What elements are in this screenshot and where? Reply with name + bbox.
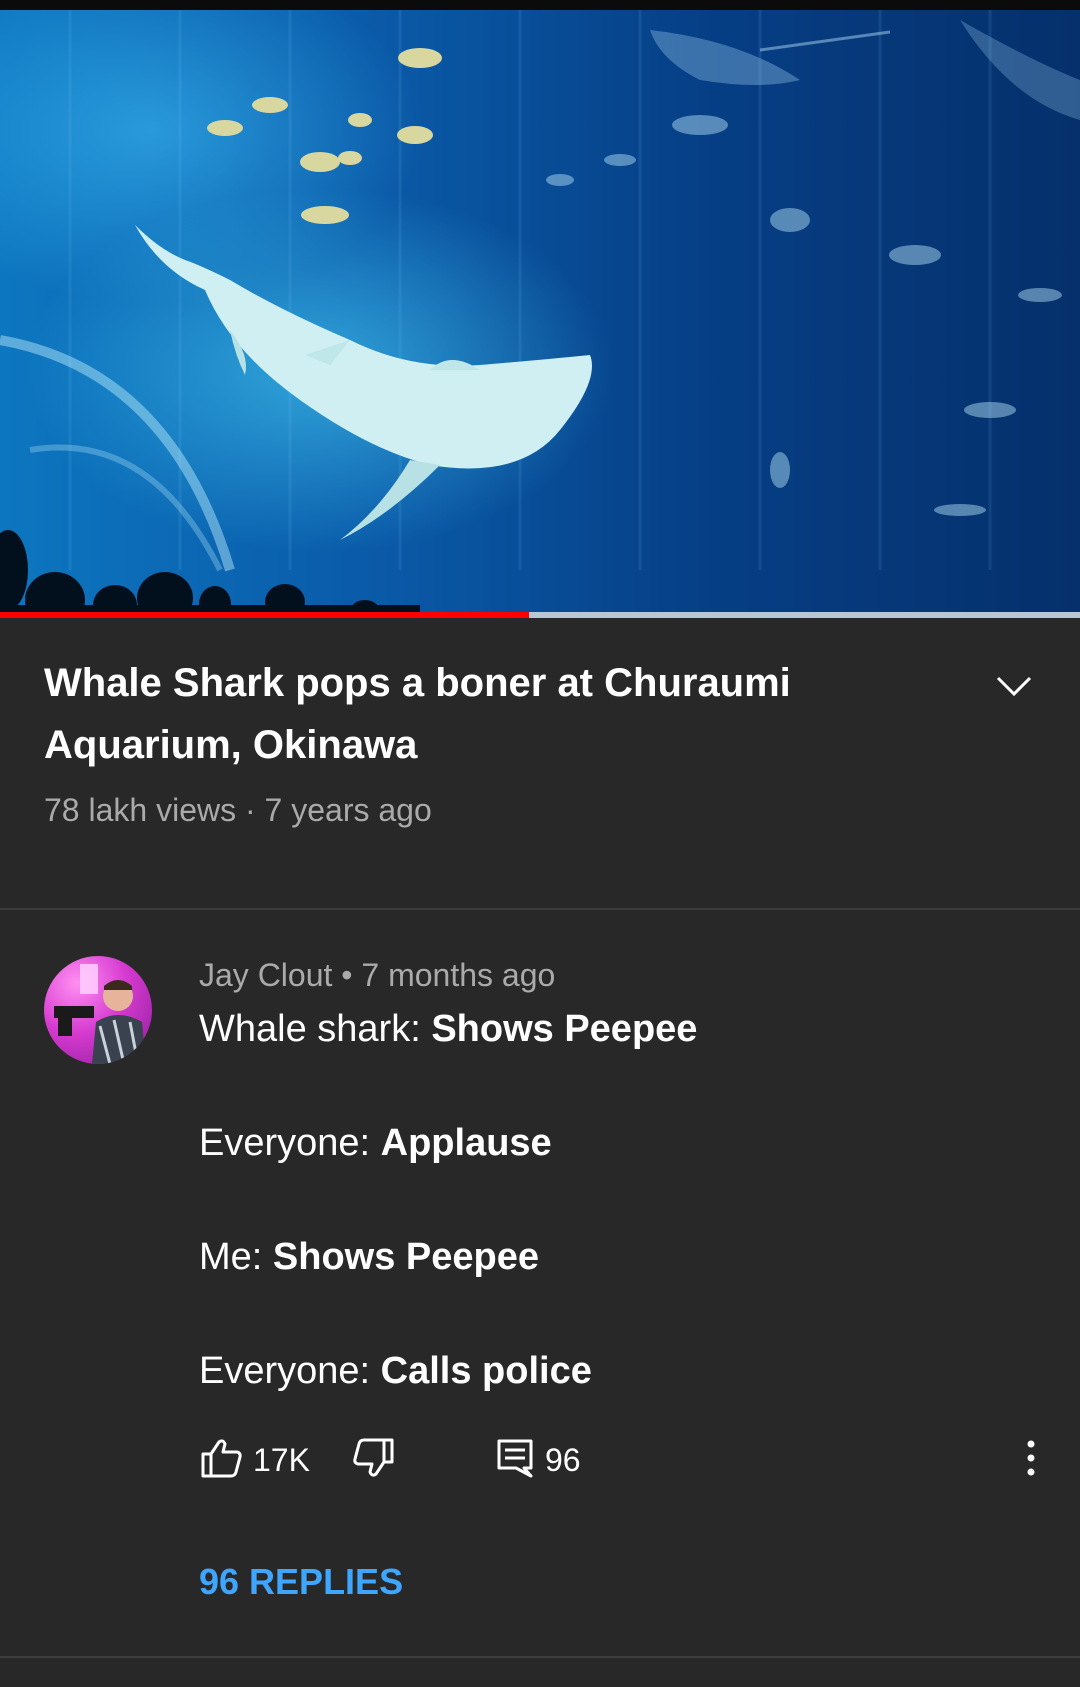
- video-title: Whale Shark pops a boner at Churaumi Aqu…: [44, 661, 791, 767]
- comment-line-action: Calls police: [380, 1350, 592, 1392]
- comment-separator: •: [332, 957, 362, 993]
- reply-count: 96: [545, 1442, 581, 1478]
- aquarium-scene: [0, 10, 1080, 614]
- comment-header: Jay Clout • 7 months ago: [199, 955, 555, 995]
- comment-line: Everyone: Calls police: [199, 1346, 1039, 1396]
- comment-line: Me: Shows Peepee: [199, 1232, 1039, 1282]
- comment-line-speaker: Me:: [199, 1236, 273, 1278]
- comment-actions: 17K 96: [0, 1436, 1080, 1486]
- comment-line-speaker: Everyone:: [199, 1350, 381, 1392]
- comment-line-action: Shows Peepee: [431, 1008, 698, 1050]
- progress-fill: [0, 612, 530, 618]
- avatar[interactable]: [44, 956, 152, 1064]
- status-bar-strip: [0, 0, 1080, 10]
- chevron-down-icon[interactable]: [990, 662, 1038, 710]
- divider: [0, 908, 1080, 910]
- thumbs-up-icon[interactable]: [199, 1436, 243, 1480]
- comment-line-speaker: Whale shark:: [199, 1008, 432, 1050]
- comment-line-action: Shows Peepee: [272, 1236, 540, 1278]
- comment-line: Whale shark: Shows Peepee: [199, 1004, 1039, 1054]
- comment-line-action: Applause: [380, 1122, 552, 1164]
- video-watch-page: Whale Shark pops a boner at Churaumi Aqu…: [0, 0, 1080, 1687]
- view-replies-button[interactable]: 96 REPLIES: [199, 1560, 403, 1604]
- comment-text: Whale shark: Shows Peepee Everyone: Appl…: [199, 1004, 1039, 1460]
- video-player[interactable]: [0, 10, 1080, 614]
- comment-author[interactable]: Jay Clout: [199, 957, 332, 993]
- comment-line: Everyone: Applause: [199, 1118, 1039, 1168]
- comment-time[interactable]: 7 months ago: [361, 957, 555, 993]
- video-meta: 78 lakh views · 7 years ago: [44, 792, 432, 828]
- comment-icon[interactable]: [494, 1436, 538, 1480]
- more-vertical-icon[interactable]: [1009, 1436, 1053, 1480]
- divider: [0, 1656, 1080, 1658]
- thumbs-down-icon[interactable]: [352, 1436, 396, 1480]
- comment-line-speaker: Everyone:: [199, 1122, 381, 1164]
- like-count: 17K: [253, 1442, 310, 1478]
